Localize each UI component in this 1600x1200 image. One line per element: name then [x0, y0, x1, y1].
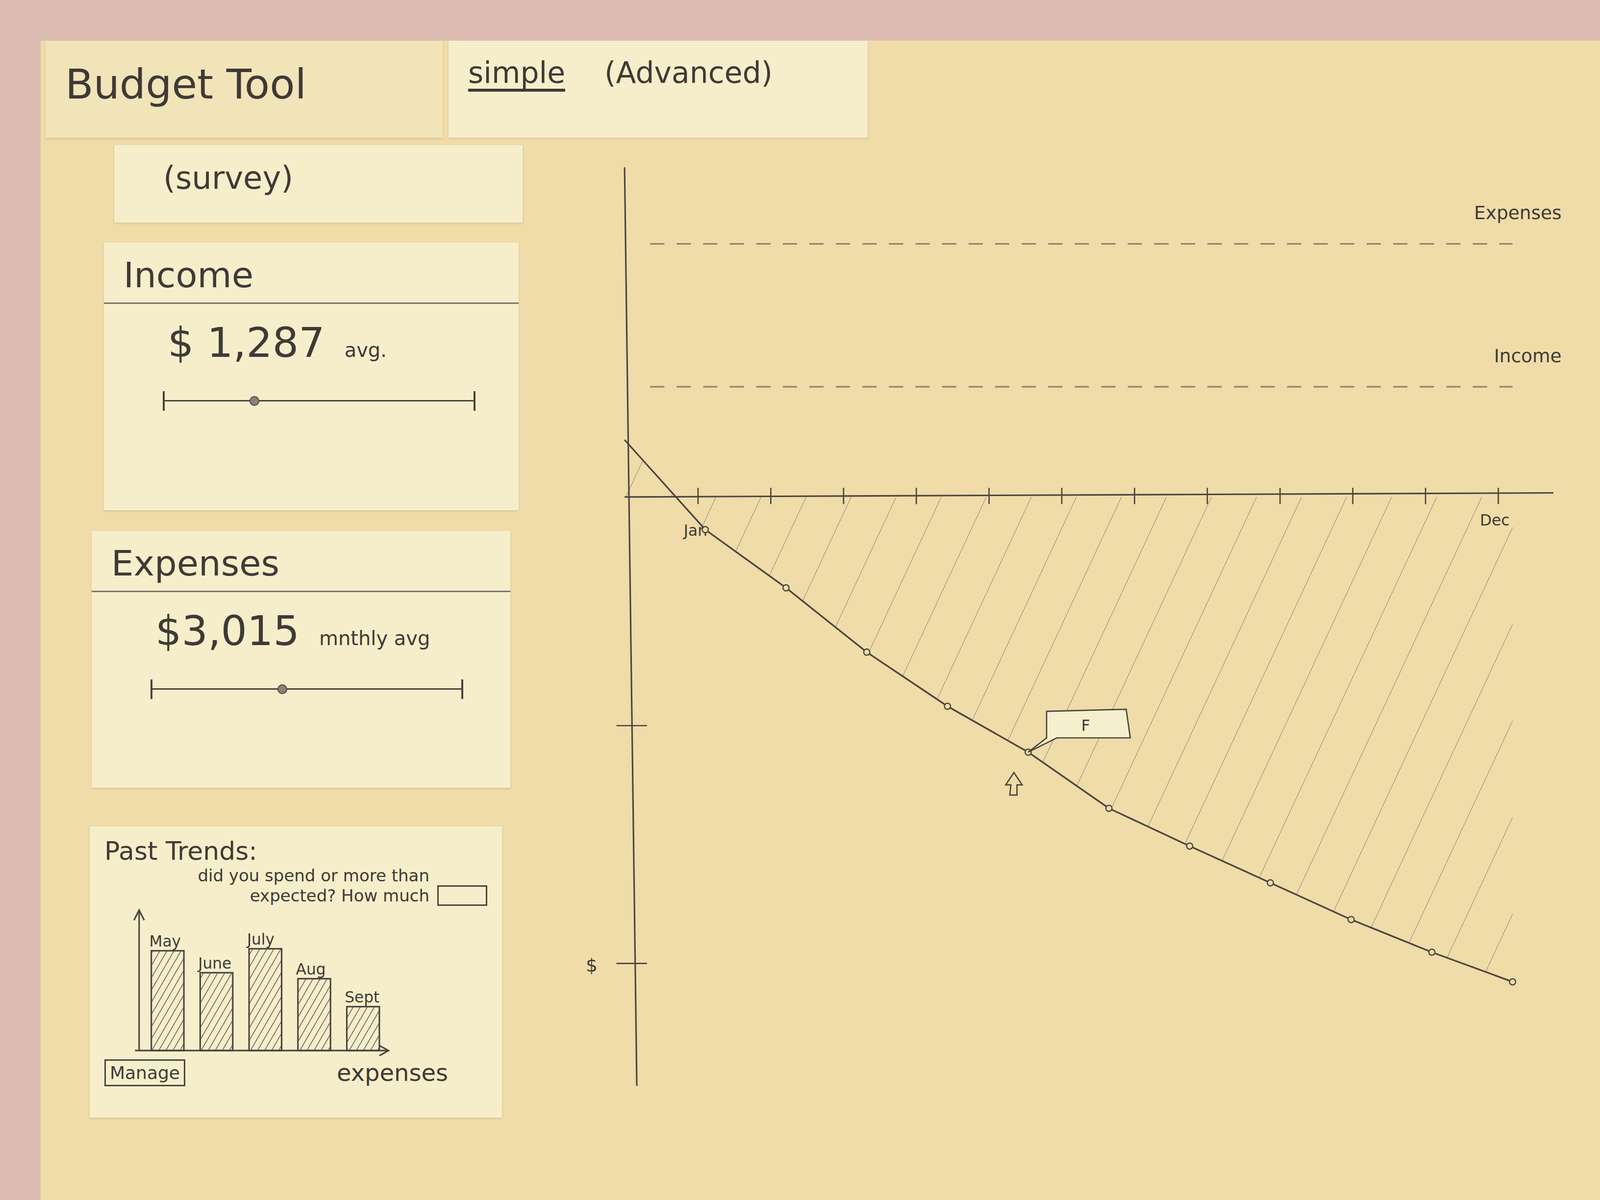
x-tick	[988, 487, 990, 504]
mode-tab[interactable]: (Advanced)	[604, 55, 773, 124]
trend-bar	[200, 972, 233, 1051]
paper-sheet: Budget Tool simple (Advanced) (survey) In…	[40, 40, 1600, 1200]
trend-axis-label: expenses	[336, 1058, 449, 1087]
income-title: Income	[103, 242, 519, 304]
month-label: June	[197, 954, 232, 973]
reference-label: Expenses	[1474, 201, 1562, 224]
trend-bar	[346, 1006, 379, 1051]
x-tick	[1351, 487, 1354, 504]
income-card: Income $ 1,287 avg.	[103, 242, 519, 511]
month-label: Sept	[344, 988, 380, 1006]
point-tooltip: F	[1028, 709, 1131, 752]
expenses-card: Expenses $3,015 mnthly avg	[91, 530, 511, 788]
expenses-slider[interactable]	[150, 679, 464, 700]
reference-line	[650, 385, 1513, 388]
amount-input[interactable]	[437, 885, 488, 906]
balance-point[interactable]	[1348, 916, 1354, 923]
balance-point[interactable]	[1186, 843, 1193, 850]
income-unit: avg.	[344, 338, 387, 362]
balance-point[interactable]	[863, 649, 870, 655]
x-tick	[1133, 487, 1136, 504]
expenses-amount: $3,015	[155, 606, 300, 655]
trend-bar-chart: May June July Aug Sept	[128, 905, 394, 1059]
month-label: July	[246, 930, 275, 949]
balance-point[interactable]	[1509, 978, 1516, 985]
x-tick	[1279, 487, 1281, 504]
app-title: Budget Tool	[45, 40, 443, 138]
y-tick	[616, 725, 647, 727]
balance-area	[624, 439, 1513, 982]
survey-button[interactable]: (survey)	[114, 145, 523, 223]
x-tick	[1061, 487, 1063, 504]
y-tick	[616, 962, 647, 965]
expenses-title: Expenses	[91, 530, 511, 593]
x-tick	[915, 487, 918, 504]
x-axis	[624, 493, 1554, 498]
income-amount: $ 1,287	[167, 318, 325, 367]
x-tick	[697, 487, 700, 504]
slider-thumb[interactable]	[249, 396, 260, 406]
header: Budget Tool simple (Advanced)	[40, 40, 1600, 138]
slider-thumb[interactable]	[277, 684, 288, 695]
balance-chart: ExpensesIncomeJanDec$F	[573, 151, 1579, 1107]
x-tick	[770, 487, 772, 504]
y-axis	[624, 167, 637, 1086]
balance-point[interactable]	[782, 584, 789, 591]
x-tick	[1425, 487, 1427, 504]
balance-point[interactable]	[1105, 805, 1112, 812]
balance-point[interactable]	[1267, 879, 1274, 886]
income-slider[interactable]	[162, 391, 476, 411]
balance-point[interactable]	[944, 702, 951, 709]
svg-text:F: F	[1081, 716, 1091, 735]
x-tick	[842, 487, 845, 504]
balance-point[interactable]	[702, 526, 709, 533]
x-label-end: Dec	[1479, 511, 1510, 529]
month-label: Aug	[296, 960, 326, 978]
trends-card: Past Trends: did you spend or more than …	[89, 826, 502, 1118]
x-tick	[1497, 487, 1500, 504]
trends-question: did you spend or more than expected? How…	[153, 865, 430, 906]
reference-label: Income	[1494, 345, 1562, 367]
trend-bar	[151, 950, 184, 1051]
cursor-icon	[1005, 772, 1023, 796]
x-tick	[1206, 487, 1209, 504]
manage-button[interactable]: Manage	[104, 1059, 186, 1087]
mode-tab[interactable]: simple	[468, 55, 566, 124]
reference-line	[650, 243, 1513, 245]
mode-tabs: simple (Advanced)	[448, 40, 868, 138]
balance-point[interactable]	[1428, 949, 1435, 955]
expenses-unit: mnthly avg	[319, 626, 430, 650]
trends-title: Past Trends:	[104, 836, 488, 866]
month-label: May	[149, 932, 181, 950]
trend-bar	[298, 978, 331, 1051]
balance-line	[624, 439, 1513, 982]
y-label: $	[585, 954, 598, 976]
trend-bar	[249, 948, 282, 1051]
